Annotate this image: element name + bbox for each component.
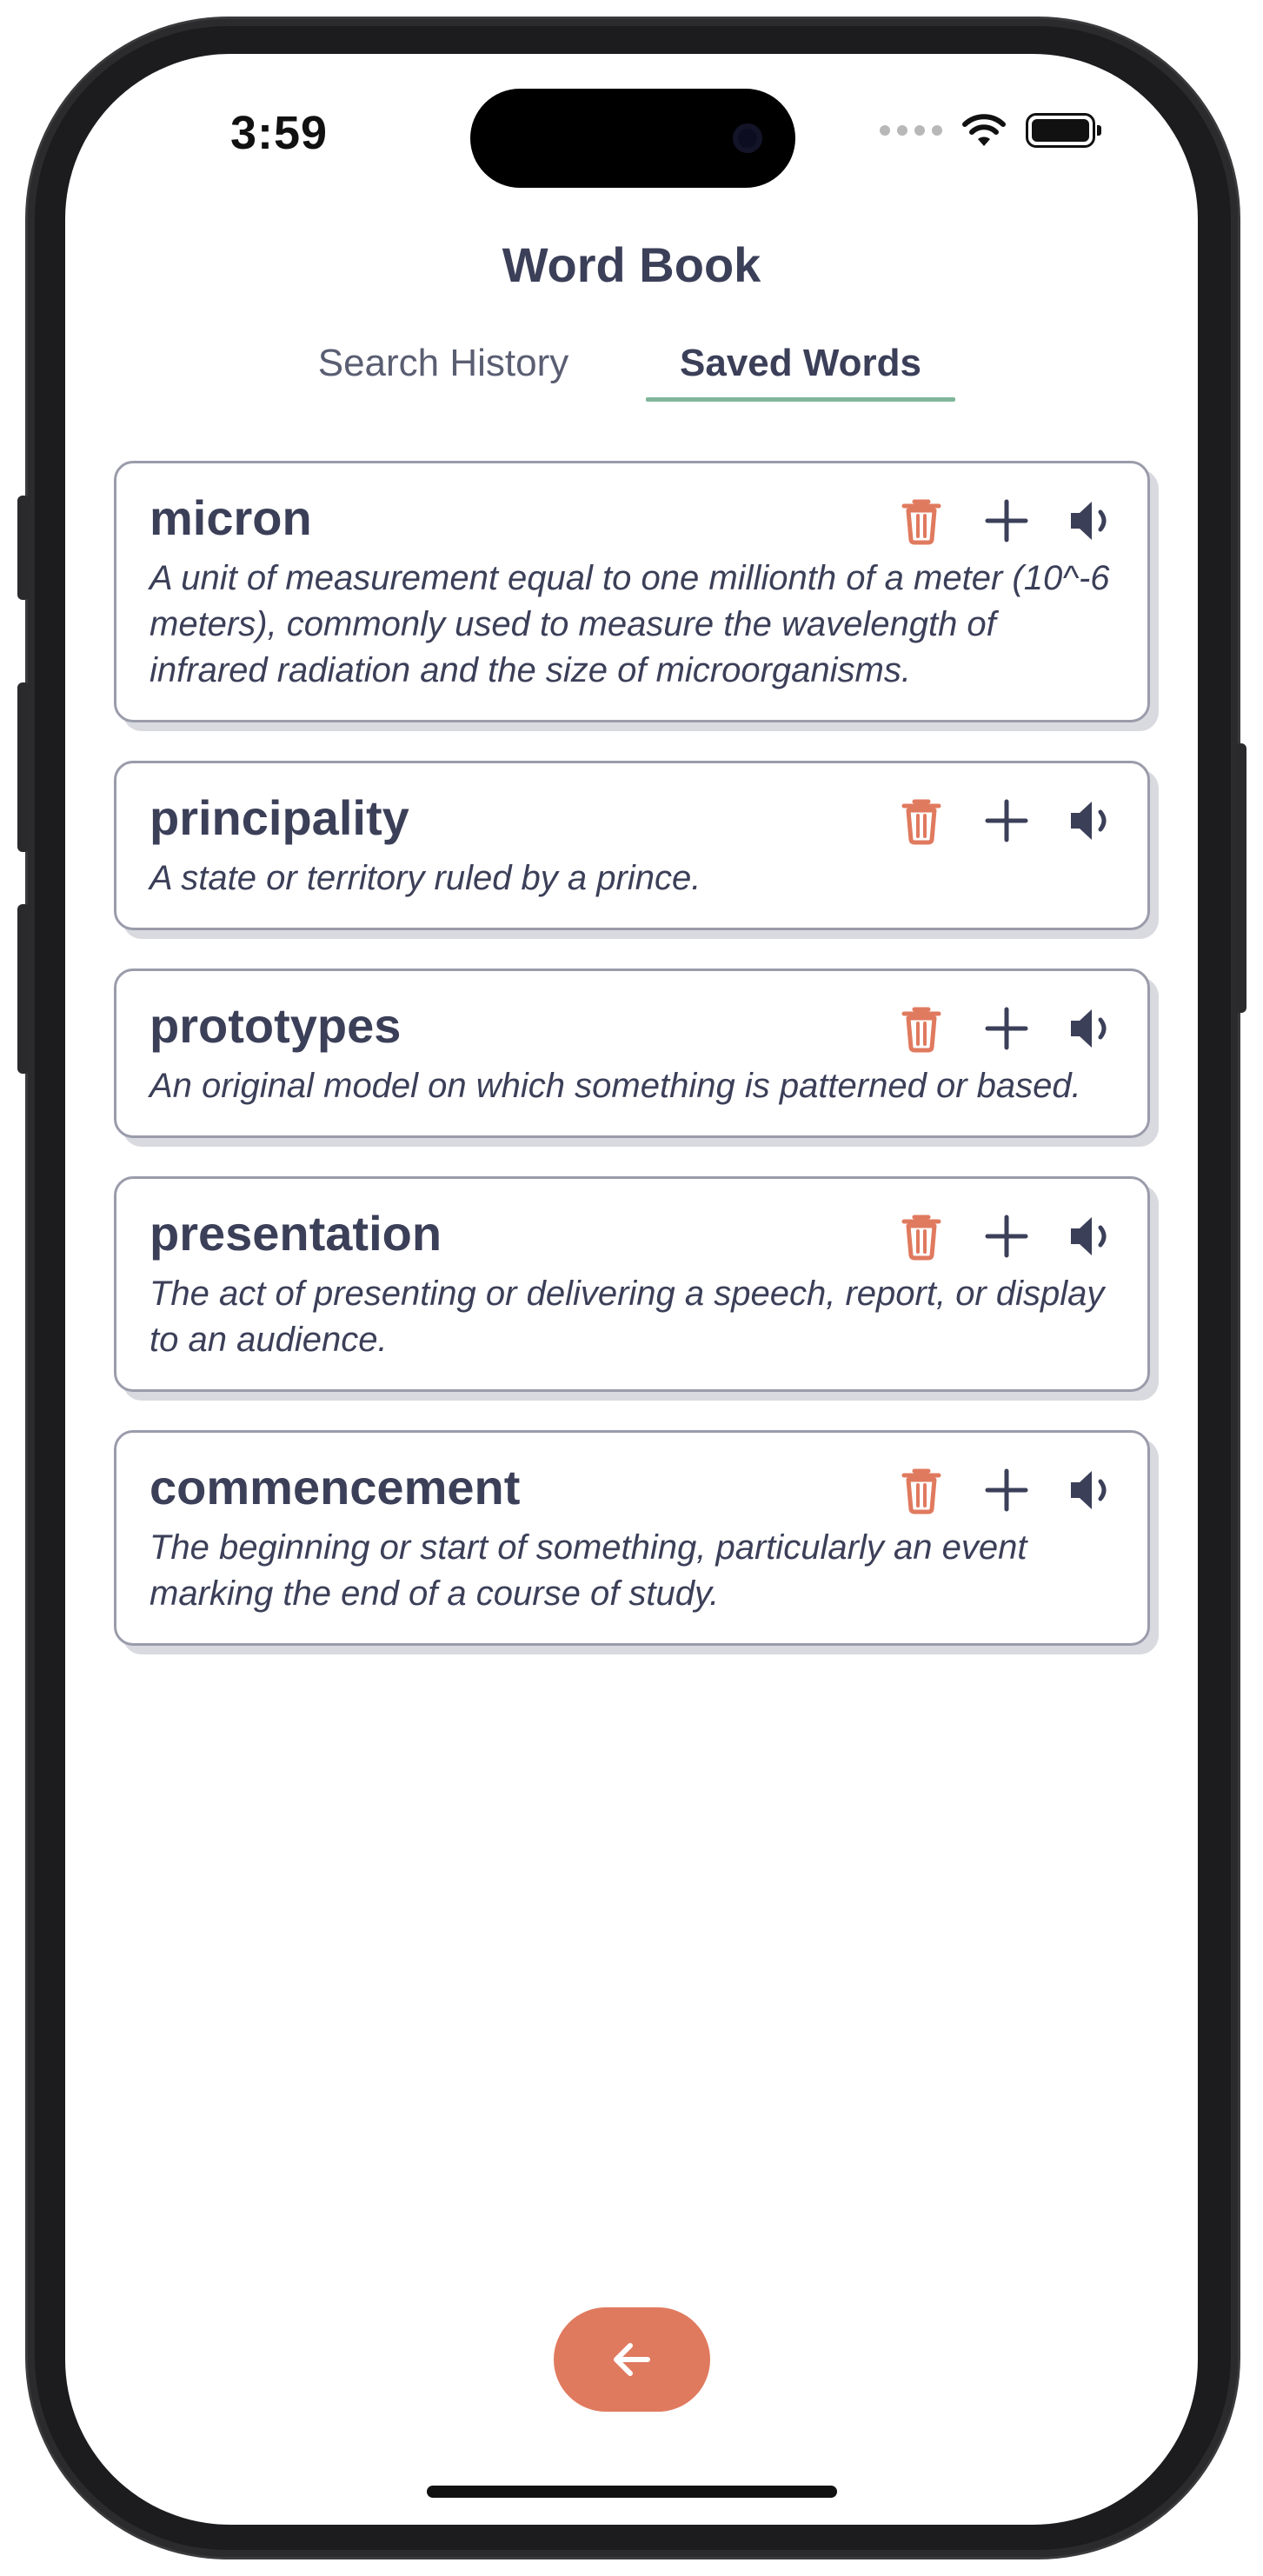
word-title: micron <box>150 490 312 545</box>
word-title: presentation <box>150 1206 442 1261</box>
tab-bar: Search History Saved Words <box>65 332 1198 410</box>
pronounce-button[interactable] <box>1062 1001 1121 1060</box>
tab-search-history[interactable]: Search History <box>317 332 569 402</box>
plus-icon <box>985 499 1028 547</box>
status-time: 3:59 <box>230 107 329 159</box>
pronounce-button[interactable] <box>1062 1208 1121 1268</box>
speaker-icon <box>1067 798 1116 848</box>
battery-icon <box>1026 113 1101 148</box>
camera-icon <box>733 123 762 153</box>
volume-up-button <box>17 682 30 852</box>
add-button[interactable] <box>977 1208 1036 1268</box>
word-card[interactable]: presentation The act of presenting or del… <box>114 1176 1150 1392</box>
saved-words-list: micron A unit of measurement equal to one… <box>114 461 1150 1684</box>
page-title: Word Book <box>502 237 761 292</box>
delete-button[interactable] <box>892 493 951 552</box>
tab-saved-words-label: Saved Words <box>680 342 921 384</box>
pronounce-button[interactable] <box>1062 493 1121 552</box>
word-definition: An original model on which something is … <box>150 1067 1081 1105</box>
speaker-icon <box>1067 498 1116 548</box>
wifi-icon <box>962 114 1006 146</box>
word-card[interactable]: commencement The beginning or start of so… <box>114 1430 1150 1646</box>
dynamic-island <box>470 89 795 188</box>
card-actions <box>892 793 1121 852</box>
back-button[interactable] <box>554 2307 710 2412</box>
speaker-icon <box>1067 1468 1116 1517</box>
power-button <box>1234 743 1246 1013</box>
word-title: prototypes <box>150 998 402 1053</box>
status-icons <box>880 113 1101 148</box>
card-actions <box>892 1001 1121 1060</box>
card-actions <box>892 1208 1121 1268</box>
signal-dots-icon <box>880 125 942 136</box>
delete-button[interactable] <box>892 793 951 852</box>
tab-saved-words[interactable]: Saved Words <box>646 332 955 402</box>
trash-icon <box>901 1212 942 1265</box>
speaker-icon <box>1067 1214 1116 1263</box>
pronounce-button[interactable] <box>1062 1462 1121 1521</box>
trash-icon <box>901 496 942 549</box>
word-card[interactable]: principality A state or territory ruled b… <box>114 761 1150 930</box>
trash-icon <box>901 1466 942 1519</box>
add-button[interactable] <box>977 493 1036 552</box>
speaker-icon <box>1067 1006 1116 1055</box>
add-button[interactable] <box>977 793 1036 852</box>
word-card[interactable]: micron A unit of measurement equal to one… <box>114 461 1150 722</box>
word-card[interactable]: prototypes An original model on which som… <box>114 968 1150 1138</box>
action-button <box>17 496 30 600</box>
word-definition: The act of presenting or delivering a sp… <box>150 1275 1105 1359</box>
home-indicator <box>427 2486 837 2498</box>
delete-button[interactable] <box>892 1462 951 1521</box>
delete-button[interactable] <box>892 1001 951 1060</box>
add-button[interactable] <box>977 1462 1036 1521</box>
trash-icon <box>901 1004 942 1057</box>
word-title: principality <box>150 790 409 845</box>
volume-down-button <box>17 904 30 1074</box>
plus-icon <box>985 799 1028 847</box>
plus-icon <box>985 1007 1028 1055</box>
card-actions <box>892 1462 1121 1521</box>
word-definition: The beginning or start of something, par… <box>150 1528 1027 1613</box>
trash-icon <box>901 796 942 849</box>
plus-icon <box>985 1468 1028 1516</box>
word-definition: A state or territory ruled by a prince. <box>150 859 701 897</box>
plus-icon <box>985 1215 1028 1262</box>
add-button[interactable] <box>977 1001 1036 1060</box>
delete-button[interactable] <box>892 1208 951 1268</box>
card-actions <box>892 493 1121 552</box>
app-screen: 3:59 Word Book Search History Saved Word… <box>65 54 1198 2525</box>
word-definition: A unit of measurement equal to one milli… <box>150 559 1110 689</box>
word-title: commencement <box>150 1460 521 1514</box>
active-tab-underline <box>646 397 955 402</box>
arrow-left-icon <box>614 2343 650 2376</box>
pronounce-button[interactable] <box>1062 793 1121 852</box>
